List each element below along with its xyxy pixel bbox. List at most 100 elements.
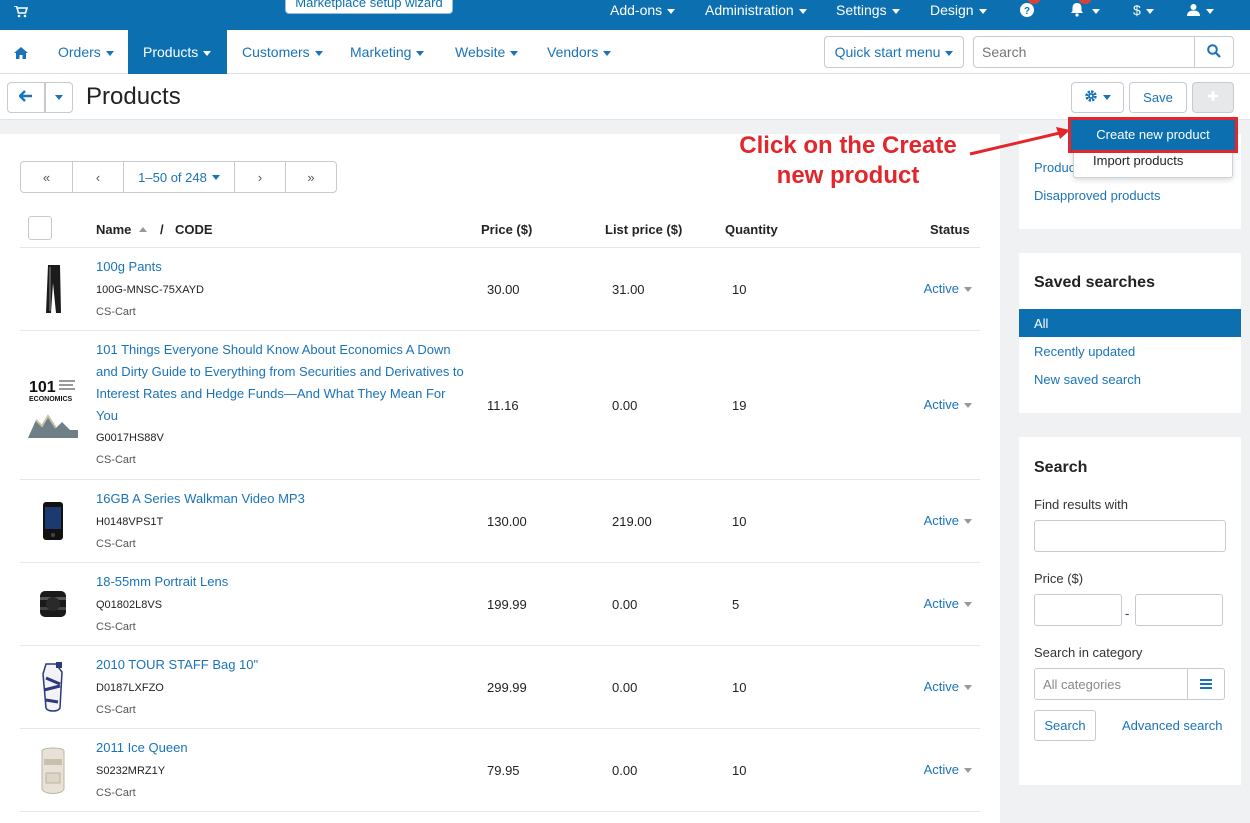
select-all-checkbox[interactable] <box>28 216 52 240</box>
add-product-button[interactable] <box>1192 82 1234 113</box>
product-quantity[interactable]: 10 <box>732 763 746 778</box>
sidebar-search-button[interactable]: Search <box>1034 710 1096 741</box>
save-button[interactable]: Save <box>1129 82 1187 113</box>
nav-customers-label: Customers <box>242 44 310 60</box>
settings-gear-button[interactable] <box>1071 82 1124 113</box>
saved-search-new[interactable]: New saved search <box>1034 372 1141 387</box>
user-menu[interactable] <box>1187 0 1214 26</box>
product-list-price[interactable]: 0.00 <box>612 680 637 695</box>
product-name-link[interactable]: 101 Things Everyone Should Know About Ec… <box>96 339 468 427</box>
menu-addons[interactable]: Add-ons <box>610 0 676 30</box>
product-price[interactable]: 299.99 <box>487 680 527 695</box>
status-label: Active <box>923 596 959 611</box>
table-row: 2011 Ice Queen S0232MRZ1Y CS-Cart 79.95 … <box>20 729 980 812</box>
col-code[interactable]: CODE <box>175 222 213 237</box>
product-name-link[interactable]: 100g Pants <box>96 256 468 278</box>
product-price[interactable]: 11.16 <box>487 398 519 413</box>
chevron-down-icon <box>55 95 63 100</box>
home-link[interactable] <box>0 30 42 74</box>
status-dropdown[interactable]: Active <box>924 397 972 412</box>
category-picker-button[interactable] <box>1187 668 1225 700</box>
product-thumbnail[interactable] <box>26 743 80 797</box>
currency-label: $ <box>1133 2 1141 18</box>
advanced-search-link[interactable]: Advanced search <box>1122 718 1222 733</box>
product-thumbnail[interactable] <box>26 577 80 631</box>
quick-start-menu[interactable]: Quick start menu <box>824 36 964 68</box>
back-button[interactable] <box>7 82 45 113</box>
product-price[interactable]: 30.00 <box>487 282 520 297</box>
nav-products[interactable]: Products <box>128 30 227 74</box>
category-placeholder: All categories <box>1043 677 1122 692</box>
status-dropdown[interactable]: Active <box>924 281 972 296</box>
col-name[interactable]: Name <box>96 222 131 237</box>
product-thumbnail[interactable] <box>26 494 80 548</box>
product-quantity[interactable]: 10 <box>732 282 746 297</box>
pager-last-button[interactable]: » <box>286 162 336 192</box>
col-quantity[interactable]: Quantity <box>725 222 778 237</box>
product-name-link[interactable]: 2011 Ice Queen <box>96 737 468 759</box>
product-thumbnail[interactable] <box>26 660 80 714</box>
find-results-label: Find results with <box>1034 497 1128 512</box>
pager-prev-button[interactable]: ‹ <box>73 162 124 192</box>
saved-search-all[interactable]: All <box>1019 309 1241 337</box>
nav-customers[interactable]: Customers <box>242 30 323 74</box>
global-search-button[interactable] <box>1194 36 1234 68</box>
nav-orders[interactable]: Orders <box>58 30 114 74</box>
nav-vendors[interactable]: Vendors <box>547 30 612 74</box>
menu-administration[interactable]: Administration <box>705 0 807 30</box>
help-menu[interactable]: ? 2 <box>1019 0 1041 26</box>
status-dropdown[interactable]: Active <box>924 679 972 694</box>
arrow-left-icon <box>18 90 33 105</box>
product-vendor: CS-Cart <box>96 704 136 716</box>
status-dropdown[interactable]: Active <box>924 513 972 528</box>
product-price[interactable]: 79.95 <box>487 763 520 778</box>
cart-icon[interactable] <box>14 5 29 21</box>
menu-design[interactable]: Design <box>930 0 987 30</box>
nav-marketing[interactable]: Marketing <box>350 30 425 74</box>
product-quantity[interactable]: 10 <box>732 680 746 695</box>
product-list-price[interactable]: 219.00 <box>612 514 652 529</box>
product-list-price[interactable]: 31.00 <box>612 282 645 297</box>
nav-website[interactable]: Website <box>455 30 519 74</box>
menu-design-label: Design <box>930 2 974 18</box>
page-header: Products Save <box>0 74 1250 120</box>
list-icon <box>1200 677 1212 692</box>
price-to-input[interactable] <box>1135 594 1223 626</box>
status-dropdown[interactable]: Active <box>924 596 972 611</box>
find-results-input[interactable] <box>1034 520 1226 552</box>
pager-next-button[interactable]: › <box>235 162 286 192</box>
col-status[interactable]: Status <box>930 222 970 237</box>
notifications-menu[interactable]: 1 <box>1070 0 1100 26</box>
global-search-input[interactable] <box>973 36 1194 68</box>
pager-range-dropdown[interactable]: 1–50 of 248 <box>124 162 235 192</box>
pager-first-button[interactable]: « <box>21 162 73 192</box>
product-quantity[interactable]: 10 <box>732 514 746 529</box>
product-quantity[interactable]: 19 <box>732 398 746 413</box>
price-from-input[interactable] <box>1034 594 1122 626</box>
product-price[interactable]: 199.99 <box>487 597 527 612</box>
category-input[interactable]: All categories <box>1034 668 1188 700</box>
product-name-link[interactable]: 18-55mm Portrait Lens <box>96 571 468 593</box>
product-price[interactable]: 130.00 <box>487 514 527 529</box>
menu-administration-label: Administration <box>705 2 794 18</box>
create-new-product-item[interactable]: Create new product <box>1068 117 1238 153</box>
history-dropdown-button[interactable] <box>45 82 73 113</box>
col-price[interactable]: Price ($) <box>481 222 532 237</box>
sidebar-link-disapproved[interactable]: Disapproved products <box>1034 188 1160 203</box>
menu-settings[interactable]: Settings <box>836 0 900 30</box>
product-thumbnail[interactable] <box>26 262 80 316</box>
product-list-price[interactable]: 0.00 <box>612 398 637 413</box>
marketplace-wizard-button[interactable]: Marketplace setup wizard <box>285 0 453 14</box>
product-list-price[interactable]: 0.00 <box>612 763 637 778</box>
product-name-link[interactable]: 2010 TOUR STAFF Bag 10" <box>96 654 468 676</box>
col-list-price[interactable]: List price ($) <box>605 222 682 237</box>
status-dropdown[interactable]: Active <box>924 762 972 777</box>
product-list-price[interactable]: 0.00 <box>612 597 637 612</box>
product-quantity[interactable]: 5 <box>732 597 739 612</box>
product-name-link[interactable]: 16GB A Series Walkman Video MP3 <box>96 488 468 510</box>
currency-menu[interactable]: $ <box>1133 0 1154 30</box>
import-products-item[interactable]: Import products <box>1093 153 1183 168</box>
sidebar-link-products[interactable]: Produc <box>1034 160 1075 175</box>
saved-search-recently-updated[interactable]: Recently updated <box>1034 344 1135 359</box>
product-thumbnail[interactable]: 101 ECONOMICS <box>26 376 80 438</box>
